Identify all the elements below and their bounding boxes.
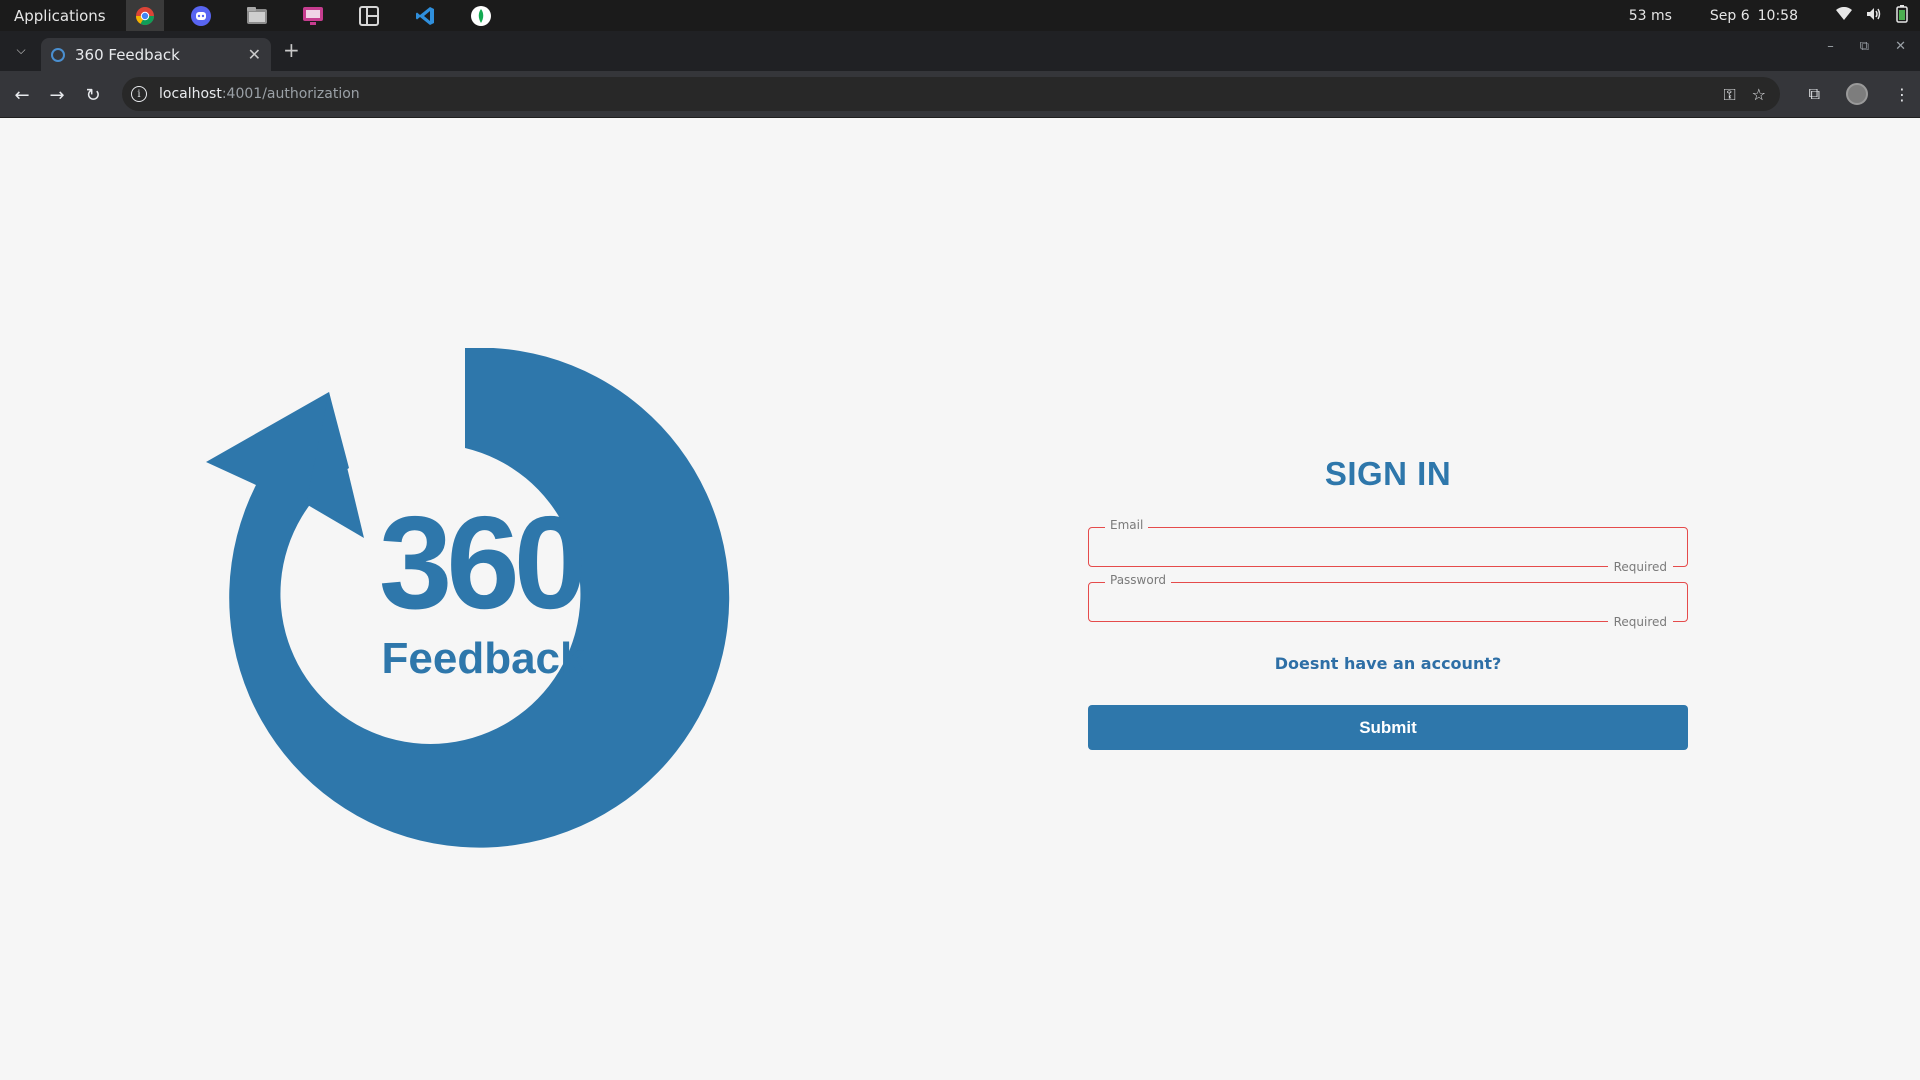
battery-icon[interactable] xyxy=(1896,4,1908,27)
applications-menu[interactable]: Applications xyxy=(0,0,120,31)
chrome-icon[interactable] xyxy=(125,0,164,31)
signup-link[interactable]: Doesnt have an account? xyxy=(1088,654,1688,673)
files-icon[interactable] xyxy=(238,0,276,31)
password-helper-text: Required xyxy=(1607,615,1673,629)
signin-form: SIGN IN Email Required Password Required… xyxy=(1088,455,1688,750)
url-text[interactable]: localhost:4001/authorization xyxy=(159,86,360,102)
tab-favicon-icon xyxy=(51,47,65,62)
os-top-bar: Applications 53 ms Sep 6 10:58 xyxy=(0,0,1920,31)
window-close-icon[interactable]: ✕ xyxy=(1895,39,1906,54)
wifi-icon[interactable] xyxy=(1836,6,1852,25)
back-arrow-icon[interactable]: ← xyxy=(11,84,33,106)
bookmark-star-icon[interactable]: ☆ xyxy=(1752,85,1766,105)
browser-toolbar: ← → ↻ i localhost:4001/authorization ⚿ ☆… xyxy=(0,71,1920,118)
layout-icon[interactable] xyxy=(350,0,388,31)
extensions-puzzle-icon[interactable]: ⧉ xyxy=(1809,84,1820,104)
clock-time: 10:58 xyxy=(1757,7,1798,24)
password-label: Password xyxy=(1105,573,1172,587)
volume-icon[interactable] xyxy=(1866,7,1882,25)
vscode-icon[interactable] xyxy=(406,0,444,31)
site-info-icon[interactable]: i xyxy=(131,86,147,102)
logo-number-text: 360 xyxy=(379,489,582,636)
password-input[interactable] xyxy=(1089,583,1687,621)
email-field[interactable]: Email Required xyxy=(1088,518,1688,574)
email-helper-text: Required xyxy=(1607,560,1673,574)
tab-search-chevron-icon[interactable]: ⌵ xyxy=(12,41,30,59)
clock-date: Sep 6 xyxy=(1709,7,1750,24)
clock[interactable]: Sep 6 10:58 xyxy=(1710,8,1798,24)
email-label: Email xyxy=(1105,518,1149,532)
tab-title: 360 Feedback xyxy=(75,45,180,64)
email-input[interactable] xyxy=(1089,528,1687,566)
screenshot-icon[interactable] xyxy=(294,0,332,31)
url-host: localhost xyxy=(159,86,222,102)
signin-title: SIGN IN xyxy=(1324,455,1452,492)
tab-360-feedback[interactable]: 360 Feedback ✕ xyxy=(41,38,271,71)
logo-word-text: Feedback xyxy=(382,634,586,683)
logo-360-feedback: 360 Feedback xyxy=(200,347,730,848)
forward-arrow-icon[interactable]: → xyxy=(46,84,68,106)
discord-icon[interactable] xyxy=(182,0,220,31)
password-field[interactable]: Password Required xyxy=(1088,573,1688,629)
submit-button[interactable]: Submit xyxy=(1088,705,1688,750)
restore-icon[interactable]: ⧉ xyxy=(1860,39,1869,54)
password-key-icon[interactable]: ⚿ xyxy=(1723,85,1735,105)
mongodb-icon[interactable] xyxy=(462,0,500,31)
profile-avatar[interactable] xyxy=(1846,83,1868,105)
minimize-icon[interactable]: – xyxy=(1827,39,1834,54)
reload-icon[interactable]: ↻ xyxy=(82,84,104,106)
address-bar[interactable]: i localhost:4001/authorization ⚿ ☆ xyxy=(122,77,1780,111)
new-tab-plus-icon[interactable]: + xyxy=(283,40,300,60)
tab-close-icon[interactable]: ✕ xyxy=(248,45,261,64)
browser-menu-kebab-icon[interactable]: ⋮ xyxy=(1894,85,1910,104)
url-path: :4001/authorization xyxy=(221,86,360,102)
latency-indicator: 53 ms xyxy=(1628,7,1672,24)
tab-strip: ⌵ 360 Feedback ✕ + – ⧉ ✕ xyxy=(0,31,1920,71)
